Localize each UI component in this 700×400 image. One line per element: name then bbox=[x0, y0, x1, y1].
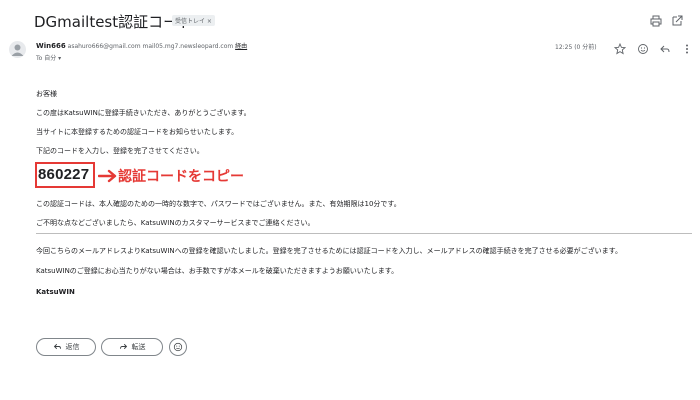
content-divider bbox=[36, 233, 692, 234]
body-paragraph-7: KatsuWINのご登録にお心当たりがない場合は、お手数ですが本メールを破棄いた… bbox=[36, 267, 399, 275]
sender-email: asahuro666@gmail.com bbox=[67, 43, 141, 50]
body-paragraph-4: この認証コードは、本人確認のための一時的な数字で、パスワードではございません。ま… bbox=[36, 200, 401, 208]
body-paragraph-3: 下記のコードを入力し、登録を完了させてください。 bbox=[36, 147, 204, 155]
body-paragraph-2: 当サイトに本登録するための認証コードをお知らせいたします。 bbox=[36, 128, 239, 136]
body-paragraph-1: この度はKatsuWINに登録手続きいただき、ありがとうございます。 bbox=[36, 109, 251, 117]
email-subject: DGmailtest認証コード bbox=[34, 13, 194, 31]
print-icon[interactable] bbox=[650, 12, 662, 27]
body-paragraph-6: 今回こちらのメールアドレスよりKatsuWINへの登録を確認いたしました。登録を… bbox=[36, 247, 622, 255]
via-link[interactable]: 経由 bbox=[235, 43, 247, 50]
reply-icon[interactable] bbox=[659, 40, 671, 53]
body-paragraph-5: ご不明な点などございましたら、KatsuWINのカスタマーサービスまでご連絡くだ… bbox=[36, 219, 315, 227]
sender-info: Win666 asahuro666@gmail.com mail05.mg7.n… bbox=[36, 41, 247, 50]
arrow-right-icon bbox=[97, 168, 118, 188]
inbox-label-chip[interactable]: 受信トレイ × bbox=[172, 15, 215, 26]
verification-code[interactable]: 860227 bbox=[38, 166, 89, 183]
reply-icon bbox=[53, 342, 62, 353]
forward-label: 転送 bbox=[131, 343, 146, 351]
emoji-reaction-button[interactable] bbox=[169, 338, 187, 356]
received-time: 12:25 (0 分前) bbox=[555, 44, 597, 51]
sender-name[interactable]: Win666 bbox=[36, 42, 66, 50]
emoji-icon bbox=[173, 342, 183, 352]
open-in-new-window-icon[interactable] bbox=[671, 12, 683, 26]
greeting: お客様 bbox=[36, 90, 57, 98]
copy-code-annotation: 認証コードをコピー bbox=[118, 169, 244, 185]
sender-avatar[interactable] bbox=[9, 41, 26, 58]
signature: KatsuWIN bbox=[36, 288, 75, 296]
reply-label: 返信 bbox=[65, 343, 80, 351]
emoji-icon[interactable] bbox=[637, 40, 649, 54]
star-icon[interactable] bbox=[613, 40, 627, 55]
sender-via-domain: mail05.mg7.newsleopard.com bbox=[142, 43, 234, 50]
recipient-dropdown[interactable]: To 自分 ▾ bbox=[36, 53, 61, 62]
more-vertical-icon[interactable] bbox=[681, 40, 693, 54]
forward-button[interactable]: 転送 bbox=[101, 338, 163, 356]
reply-button[interactable]: 返信 bbox=[36, 338, 96, 356]
forward-icon bbox=[119, 342, 128, 353]
